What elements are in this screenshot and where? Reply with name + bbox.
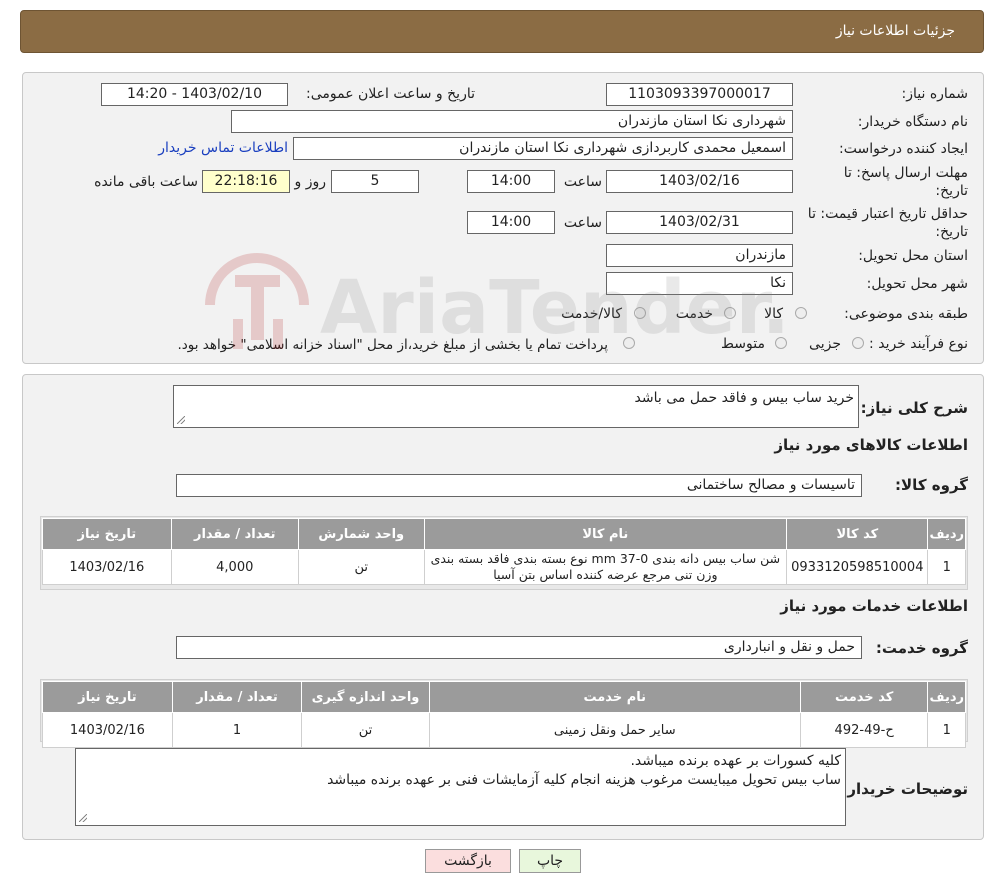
goods-cell-row: 1 xyxy=(927,549,966,585)
buyer-org-field: شهرداری نکا استان مازندران xyxy=(231,110,793,133)
goods-group-field: تاسیسات و مصالح ساختمانی xyxy=(176,474,862,497)
buyer-notes-textarea[interactable]: کلیه کسورات بر عهده برنده میباشد. ساب بی… xyxy=(75,748,846,826)
watermark-logo-icon: AriaTender.neT xyxy=(205,253,944,351)
goods-cell-date: 1403/02/16 xyxy=(42,549,172,585)
creator-field: اسمعیل محمدی کاربردازی شهرداری نکا استان… xyxy=(293,137,793,160)
summary-text: خرید ساب بیس و فاقد حمل می باشد xyxy=(634,390,854,406)
service-col-quantity: تعداد / مقدار xyxy=(171,681,303,713)
buyer-contact-link[interactable]: اطلاعات تماس خریدار xyxy=(158,140,288,156)
process-label: نوع فرآیند خرید : xyxy=(869,336,968,352)
goods-col-row: ردیف xyxy=(927,518,966,550)
services-section-title: اطلاعات خدمات مورد نیاز xyxy=(780,597,968,615)
service-cell-date: 1403/02/16 xyxy=(42,712,173,748)
service-col-row: ردیف xyxy=(927,681,966,713)
days-label: روز و xyxy=(294,174,327,190)
service-cell-code: ح-49-492 xyxy=(799,712,929,748)
city-label: شهر محل تحویل: xyxy=(866,276,968,292)
process-option-minor: جزیی xyxy=(809,336,841,352)
validity-time-label: ساعت xyxy=(563,215,602,231)
table-row: 1 0933120598510004 شن ساب بیس دانه بندی … xyxy=(42,549,966,585)
service-cell-name: سایر حمل ونقل زمینی xyxy=(428,712,801,748)
deadline-time-label: ساعت xyxy=(563,174,602,190)
service-cell-quantity: 1 xyxy=(171,712,303,748)
goods-col-name: نام کالا xyxy=(423,518,788,550)
goods-col-code: کد کالا xyxy=(786,518,929,550)
service-col-date: تاریخ نیاز xyxy=(42,681,173,713)
service-col-unit: واحد اندازه گیری xyxy=(301,681,430,713)
validity-time-field: 14:00 xyxy=(467,211,555,234)
days-field: 5 xyxy=(331,170,419,193)
service-col-name: نام خدمت xyxy=(428,681,801,713)
service-group-label: گروه خدمت: xyxy=(875,639,968,657)
goods-col-date: تاریخ نیاز xyxy=(42,518,172,550)
goods-group-label: گروه کالا: xyxy=(895,476,968,494)
goods-cell-quantity: 4,000 xyxy=(170,549,299,585)
remaining-time-field: 22:18:16 xyxy=(202,170,290,193)
print-button[interactable]: چاپ xyxy=(519,849,581,873)
watermark: AriaTender.neT xyxy=(195,245,944,365)
buyer-notes-line-1: کلیه کسورات بر عهده برنده میباشد. xyxy=(630,753,841,769)
goods-col-quantity: تعداد / مقدار xyxy=(170,518,299,550)
service-cell-unit: تن xyxy=(301,712,430,748)
deadline-date-field: 1403/02/16 xyxy=(606,170,793,193)
summary-label: شرح کلی نیاز: xyxy=(860,399,968,417)
goods-table: ردیف کد کالا نام کالا واحد شمارش تعداد /… xyxy=(42,518,966,585)
need-number-label: شماره نیاز: xyxy=(901,86,969,102)
goods-col-unit: واحد شمارش xyxy=(297,518,425,550)
need-number-field: 1103093397000017 xyxy=(606,83,793,106)
buyer-notes-line-2: ساب بیس تحویل میبایست مرغوب هزینه انجام … xyxy=(327,772,841,788)
page-header: جزئیات اطلاعات نیاز xyxy=(20,10,984,53)
goods-cell-unit: تن xyxy=(297,549,425,585)
table-row: 1 ح-49-492 سایر حمل ونقل زمینی تن 1 1403… xyxy=(42,712,966,748)
process-radio-minor[interactable] xyxy=(852,337,864,349)
resize-handle-icon[interactable] xyxy=(79,814,87,822)
validity-date-field: 1403/02/31 xyxy=(606,211,793,234)
service-cell-row: 1 xyxy=(927,712,966,748)
creator-label: ایجاد کننده درخواست: xyxy=(839,141,968,157)
category-label: طبقه بندی موضوعی: xyxy=(844,306,968,322)
buyer-org-label: نام دستگاه خریدار: xyxy=(857,114,968,130)
service-col-code: کد خدمت xyxy=(799,681,929,713)
goods-cell-name: شن ساب بیس دانه بندی mm 37-0 نوع بسته بن… xyxy=(423,549,788,585)
category-radio-goods[interactable] xyxy=(795,307,807,319)
goods-section-title: اطلاعات کالاهای مورد نیاز xyxy=(774,436,968,454)
announce-label: تاریخ و ساعت اعلان عمومی: xyxy=(306,86,475,102)
deadline-time-field: 14:00 xyxy=(467,170,555,193)
svg-text:AriaTender.neT: AriaTender.neT xyxy=(320,265,795,351)
buyer-notes-label: توضیحات خریدار: xyxy=(841,780,968,798)
resize-handle-icon[interactable] xyxy=(177,416,185,424)
goods-cell-code: 0933120598510004 xyxy=(786,549,929,585)
validity-label-date: تاریخ: xyxy=(935,224,968,240)
deadline-label: مهلت ارسال پاسخ: تا xyxy=(843,165,968,181)
deadline-label-date: تاریخ: xyxy=(935,183,968,199)
announce-field: 1403/02/10 - 14:20 xyxy=(101,83,288,106)
back-button[interactable]: بازگشت xyxy=(425,849,511,873)
province-label: استان محل تحویل: xyxy=(858,248,968,264)
page-title: جزئیات اطلاعات نیاز xyxy=(835,23,955,39)
remaining-label: ساعت باقی مانده xyxy=(94,174,198,190)
service-group-field: حمل و نقل و انبارداری xyxy=(176,636,862,659)
services-table: ردیف کد خدمت نام خدمت واحد اندازه گیری ت… xyxy=(42,681,966,748)
validity-label: حداقل تاریخ اعتبار قیمت: تا xyxy=(807,206,968,222)
summary-textarea[interactable]: خرید ساب بیس و فاقد حمل می باشد xyxy=(173,385,859,428)
